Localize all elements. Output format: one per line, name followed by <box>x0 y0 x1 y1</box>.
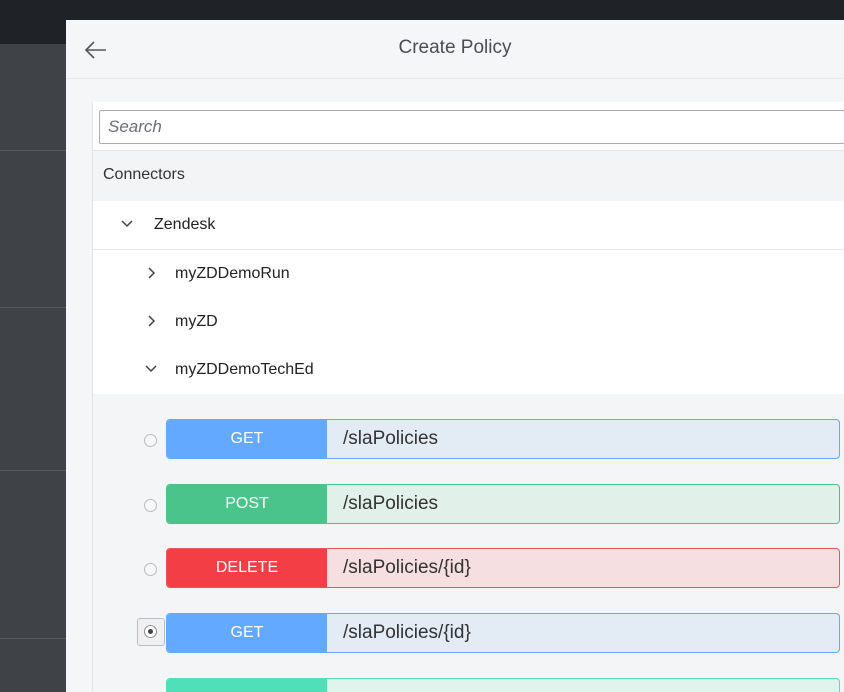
section-label: Connectors <box>103 166 185 183</box>
operation-path: /slaPolicies <box>343 493 439 514</box>
operation-get-slapolicies-id[interactable]: GET /slaPolicies/{id} <box>166 613 840 653</box>
method-badge: GET <box>167 420 327 458</box>
operation-path: /slaPolicies <box>343 428 439 449</box>
tree-item-myzddemorun[interactable]: myZDDemoRun <box>93 250 844 299</box>
tree-item-label: myZD <box>175 313 218 330</box>
radio-button-selected[interactable] <box>144 625 157 638</box>
app-divider <box>0 150 66 151</box>
operation-path: /slaPolicies/{id} <box>343 557 471 578</box>
search-input[interactable] <box>99 110 844 144</box>
tree-item-label: Zendesk <box>154 216 216 233</box>
tree-item-myzd[interactable]: myZD <box>93 298 844 347</box>
operation-row[interactable]: DELETE /slaPolicies/{id} <box>93 548 844 592</box>
chevron-right-icon <box>148 315 156 327</box>
tree-item-zendesk[interactable]: Zendesk <box>93 201 844 250</box>
tree-item-label: myZDDemoTechEd <box>175 361 314 378</box>
app-divider <box>0 307 66 308</box>
chevron-down-icon <box>121 220 133 228</box>
operation-row-partial[interactable] <box>93 678 844 692</box>
operation-row[interactable]: POST /slaPolicies <box>93 484 844 528</box>
method-badge: POST <box>167 485 327 523</box>
radio-button[interactable] <box>144 563 157 576</box>
chevron-right-icon <box>148 267 156 279</box>
operation-get-slapolicies[interactable]: GET /slaPolicies <box>166 419 840 459</box>
operations-list: GET /slaPolicies POST /slaPolicies DELET… <box>93 394 844 692</box>
radio-button[interactable] <box>144 499 157 512</box>
operation-path: /slaPolicies/{id} <box>343 622 471 643</box>
dialog-title: Create Policy <box>398 37 512 58</box>
dialog-header: Create Policy <box>66 20 844 79</box>
connector-panel: Connectors Zendesk myZDDemoRun myZD <box>92 102 844 692</box>
method-badge <box>167 679 327 692</box>
create-policy-dialog: Create Policy Connectors Zendesk myZDDem… <box>66 20 844 692</box>
connectors-section-header: Connectors <box>93 150 844 202</box>
app-divider <box>0 638 66 639</box>
operation-delete-slapolicies-id[interactable]: DELETE /slaPolicies/{id} <box>166 548 840 588</box>
tree-item-myzddemotechedo[interactable]: myZDDemoTechEd <box>93 346 844 395</box>
tree-item-label: myZDDemoRun <box>175 265 290 282</box>
method-badge: GET <box>167 614 327 652</box>
operation-row[interactable]: GET /slaPolicies/{id} <box>93 613 844 657</box>
method-badge: DELETE <box>167 549 327 587</box>
chevron-down-icon <box>145 365 157 373</box>
app-divider <box>0 470 66 471</box>
operation-row[interactable]: GET /slaPolicies <box>93 419 844 463</box>
operation-partial[interactable] <box>166 678 840 692</box>
operation-post-slapolicies[interactable]: POST /slaPolicies <box>166 484 840 524</box>
radio-button[interactable] <box>144 434 157 447</box>
